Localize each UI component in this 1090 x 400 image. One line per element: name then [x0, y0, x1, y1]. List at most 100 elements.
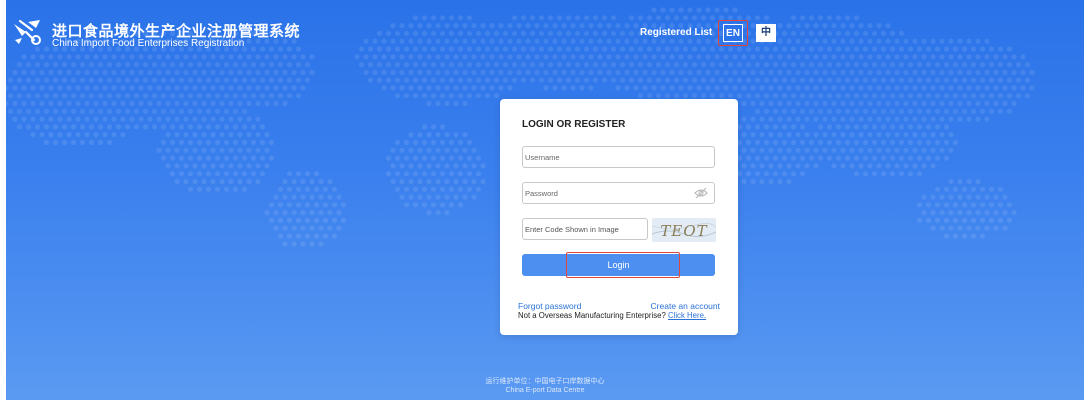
create-account-link[interactable]: Create an account: [651, 301, 720, 311]
map-dot: [466, 77, 473, 83]
map-dot: [822, 54, 828, 60]
map-dot: [1006, 217, 1013, 223]
map-dot: [952, 93, 959, 99]
map-dot: [151, 124, 158, 130]
map-dot: [862, 77, 869, 83]
map-dot: [30, 69, 36, 75]
map-dot: [556, 15, 563, 21]
map-dot: [961, 233, 968, 239]
map-dot: [867, 54, 873, 60]
map-dot: [219, 147, 225, 153]
map-dot: [21, 54, 27, 60]
map-dot: [790, 62, 797, 68]
map-dot: [939, 85, 945, 91]
map-dot: [975, 69, 981, 75]
lang-zh-button[interactable]: 中: [756, 24, 776, 42]
map-dot: [808, 108, 815, 114]
map-dot: [412, 62, 419, 68]
map-dot: [282, 225, 288, 231]
map-dot: [201, 85, 207, 91]
map-dot: [70, 77, 77, 83]
map-dot: [646, 15, 653, 21]
map-dot: [885, 23, 891, 29]
map-dot: [372, 69, 378, 75]
map-dot: [106, 108, 113, 114]
map-dot: [165, 100, 171, 107]
map-dot: [1015, 77, 1022, 83]
map-dot: [745, 62, 752, 68]
eye-off-icon[interactable]: [694, 187, 708, 199]
map-dot: [579, 85, 585, 91]
map-dot: [804, 132, 810, 138]
map-dot: [304, 77, 311, 83]
map-dot: [457, 46, 464, 52]
click-here-link[interactable]: Click Here.: [668, 311, 706, 320]
map-dot: [376, 77, 383, 83]
map-dot: [894, 132, 900, 138]
map-dot: [799, 46, 806, 52]
map-dot: [844, 155, 851, 161]
map-dot: [943, 124, 950, 130]
map-dot: [921, 147, 927, 153]
map-dot: [628, 62, 635, 68]
map-dot: [970, 46, 977, 52]
map-dot: [867, 85, 873, 91]
registered-list-link[interactable]: Registered List: [640, 27, 712, 38]
map-dot: [241, 62, 248, 68]
map-dot: [412, 139, 419, 146]
map-dot: [948, 178, 954, 185]
map-dot: [255, 54, 261, 60]
map-dot: [682, 62, 689, 68]
forgot-password-link[interactable]: Forgot password: [518, 301, 581, 311]
map-dot: [52, 108, 59, 114]
map-dot: [187, 93, 194, 99]
map-dot: [592, 46, 599, 52]
map-dot: [804, 54, 810, 60]
hero-background: 进口食品境外生产企业注册管理系统 China Import Food Enter…: [6, 0, 1084, 400]
map-dot: [921, 69, 927, 75]
map-dot: [921, 54, 927, 60]
map-dot: [7, 108, 14, 114]
map-dot: [430, 202, 437, 208]
map-dot: [493, 77, 500, 83]
map-dot: [385, 30, 392, 36]
map-dot: [412, 186, 419, 192]
map-dot: [286, 233, 293, 239]
map-dot: [844, 93, 851, 99]
map-dot: [799, 108, 806, 114]
map-dot: [583, 62, 590, 68]
username-input[interactable]: [523, 147, 714, 167]
map-dot: [385, 46, 392, 52]
login-button[interactable]: Login: [522, 254, 715, 276]
map-dot: [273, 194, 279, 200]
map-dot: [129, 54, 135, 60]
map-dot: [277, 233, 284, 239]
map-dot: [399, 38, 405, 44]
map-dot: [192, 54, 198, 60]
map-dot: [745, 77, 752, 83]
map-dot: [228, 147, 234, 153]
captcha-image[interactable]: TEOT: [652, 218, 716, 242]
lang-en-button[interactable]: EN: [723, 24, 743, 42]
map-dot: [196, 93, 203, 99]
map-dot: [97, 139, 104, 146]
password-input[interactable]: [523, 183, 714, 203]
map-dot: [979, 77, 986, 83]
map-dot: [741, 132, 747, 138]
map-dot: [322, 202, 329, 208]
map-dot: [421, 30, 428, 36]
map-dot: [673, 46, 680, 52]
map-dot: [511, 15, 518, 21]
map-dot: [907, 77, 914, 83]
map-dot: [849, 23, 855, 29]
map-dot: [606, 69, 612, 75]
map-dot: [637, 15, 644, 21]
map-dot: [93, 54, 99, 60]
map-dot: [376, 62, 383, 68]
map-dot: [165, 132, 171, 138]
map-dot: [300, 54, 306, 60]
captcha-input[interactable]: [523, 219, 647, 239]
map-dot: [700, 93, 707, 99]
map-dot: [943, 108, 950, 114]
map-dot: [939, 69, 945, 75]
